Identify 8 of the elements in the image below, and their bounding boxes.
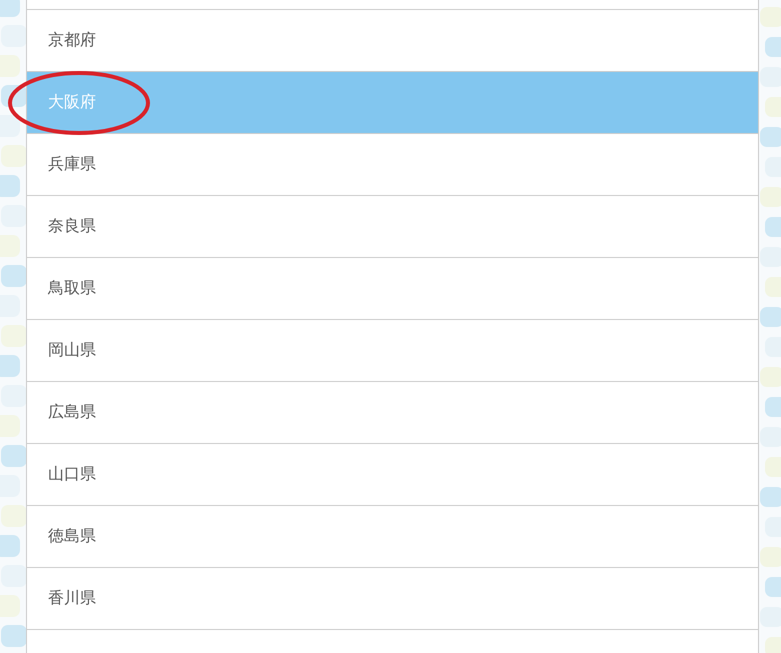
list-item[interactable]: 鳥取県 <box>27 258 758 320</box>
list-item[interactable]: 広島県 <box>27 382 758 444</box>
list-item[interactable]: 兵庫県 <box>27 134 758 196</box>
list-item[interactable]: 奈良県 <box>27 196 758 258</box>
list-item[interactable]: 岡山県 <box>27 320 758 382</box>
list-item[interactable]: 徳島県 <box>27 506 758 568</box>
list-item[interactable]: 香川県 <box>27 568 758 630</box>
list-item[interactable]: 山口県 <box>27 444 758 506</box>
